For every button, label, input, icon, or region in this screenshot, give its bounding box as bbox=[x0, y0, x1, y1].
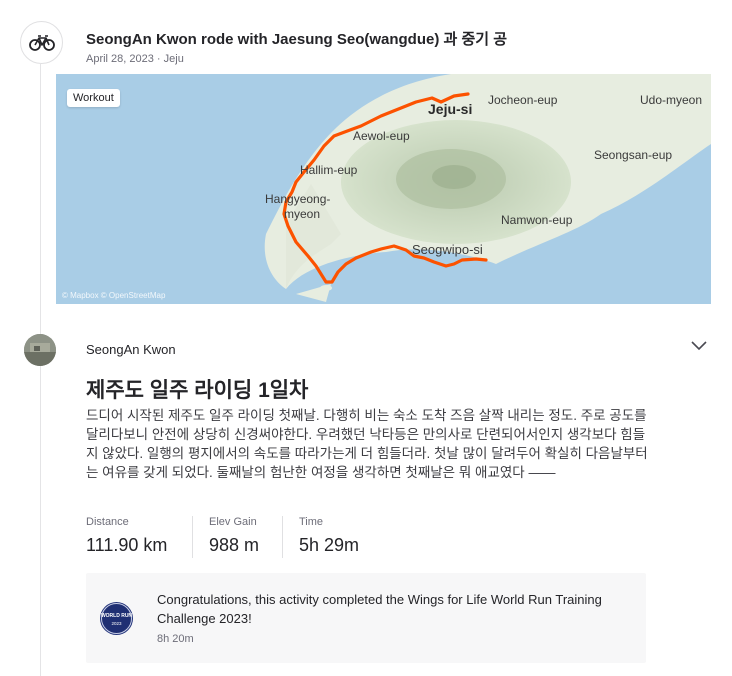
feed-timeline bbox=[40, 64, 41, 676]
challenge-text[interactable]: Congratulations, this activity completed… bbox=[157, 590, 617, 628]
stat-divider bbox=[192, 516, 193, 558]
stat-distance-label: Distance bbox=[86, 516, 129, 528]
activity-title[interactable]: 제주도 일주 라이딩 1일차 bbox=[86, 374, 308, 404]
bicycle-icon bbox=[28, 34, 55, 51]
map-label-hangyeong: Hangyeong- bbox=[265, 192, 330, 206]
post-author-name[interactable]: SeongAn Kwon bbox=[86, 342, 176, 357]
activity-type-badge bbox=[20, 21, 63, 64]
activity-date-location: April 28, 2023 · Jeju bbox=[86, 53, 184, 65]
map-label-hangyeong-2: myeon bbox=[284, 207, 320, 221]
activity-header-title[interactable]: SeongAn Kwon rode with Jaesung Seo(wangd… bbox=[86, 28, 507, 49]
map-label-udo: Udo-myeon bbox=[640, 93, 702, 107]
map-canvas: Jeju-si Jocheon-eup Udo-myeon Aewol-eup … bbox=[264, 74, 711, 302]
stat-divider bbox=[282, 516, 283, 558]
challenge-time: 8h 20m bbox=[157, 633, 194, 645]
map-label-jeju-si: Jeju-si bbox=[428, 101, 472, 117]
activity-description: 드디어 시작된 제주도 일주 라이딩 첫째날. 다행히 비는 숙소 도착 즈음 … bbox=[86, 408, 648, 480]
avatar[interactable] bbox=[24, 334, 56, 366]
badge-text: WORLD RUN bbox=[101, 613, 132, 619]
map-label-aewol: Aewol-eup bbox=[353, 129, 410, 143]
map-label-jocheon: Jocheon-eup bbox=[488, 93, 558, 107]
map-label-seogwipo: Seogwipo-si bbox=[412, 242, 483, 257]
stat-elevation: Elev Gain 988 m bbox=[209, 516, 259, 556]
stat-elevation-value: 988 m bbox=[209, 535, 260, 555]
stat-time: Time 5h 29m bbox=[299, 516, 359, 556]
badge-year: 2023 bbox=[111, 621, 122, 626]
map-label-hallim: Hallim-eup bbox=[300, 163, 358, 177]
stat-distance-value: 111.90 km bbox=[86, 535, 168, 555]
activity-map[interactable]: Jeju-si Jocheon-eup Udo-myeon Aewol-eup … bbox=[56, 74, 711, 304]
stat-time-value: 5h 29m bbox=[299, 535, 360, 555]
workout-tag: Workout bbox=[67, 89, 120, 107]
challenge-badge-icon[interactable]: WORLD RUN 2023 bbox=[100, 602, 133, 635]
map-label-seongsan: Seongsan-eup bbox=[594, 148, 672, 162]
map-label-namwon: Namwon-eup bbox=[501, 213, 573, 227]
chevron-down-icon[interactable] bbox=[690, 340, 708, 352]
map-attribution[interactable]: © Mapbox © OpenStreetMap bbox=[62, 291, 165, 300]
stat-time-label: Time bbox=[299, 516, 324, 528]
stat-distance: Distance 111.90 km bbox=[86, 516, 167, 556]
stat-elevation-label: Elev Gain bbox=[209, 516, 257, 528]
